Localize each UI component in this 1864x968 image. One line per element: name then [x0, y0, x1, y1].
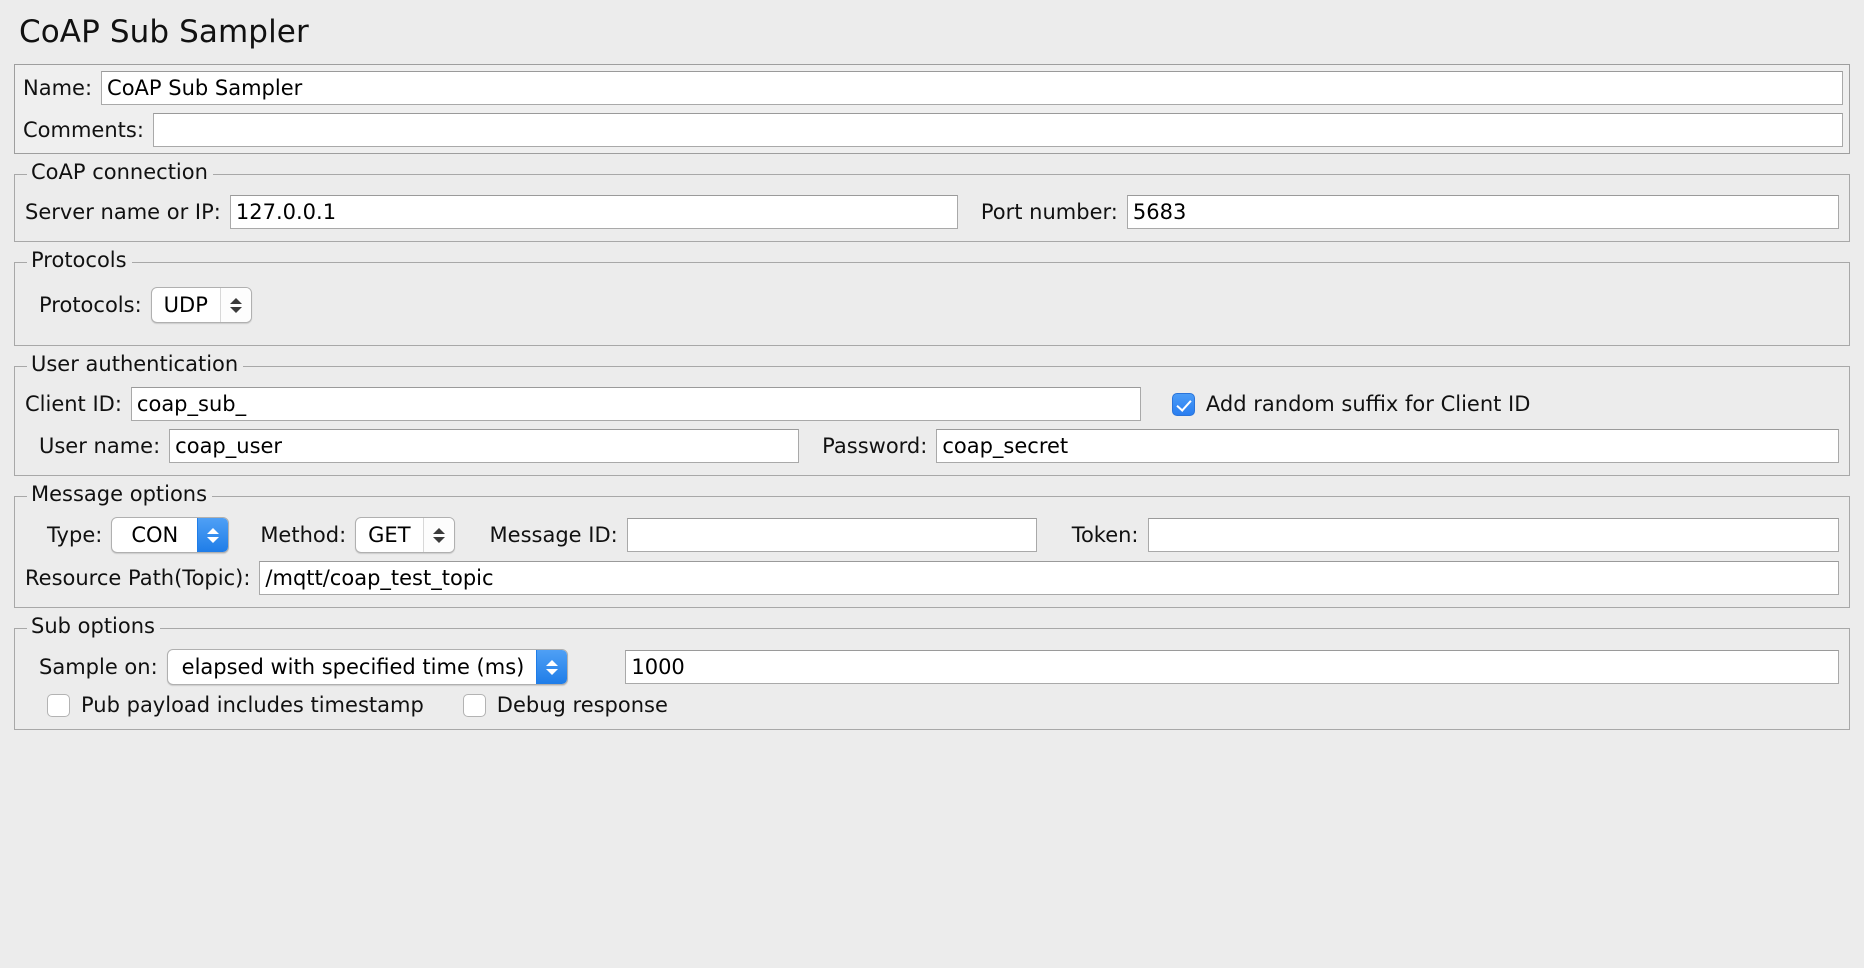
client-id-input[interactable]: coap_sub_: [130, 387, 1141, 421]
name-row: Name: CoAP Sub Sampler: [23, 71, 1843, 105]
port-label: Port number:: [980, 199, 1118, 224]
random-suffix-checkbox[interactable]: [1171, 392, 1195, 416]
protocols-select[interactable]: UDP: [150, 287, 252, 323]
pub-timestamp-label: Pub payload includes timestamp: [81, 693, 424, 717]
page-title: CoAP Sub Sampler: [19, 14, 309, 50]
protocols-row: Protocols: UDP: [25, 287, 1839, 323]
debug-response-checkbox[interactable]: [462, 693, 486, 717]
pub-timestamp-checkbox-row[interactable]: Pub payload includes timestamp: [25, 693, 424, 717]
name-input[interactable]: CoAP Sub Sampler: [101, 71, 1843, 105]
server-port-row: Server name or IP: 127.0.0.1 Port number…: [25, 195, 1839, 229]
sample-time-input[interactable]: 1000: [625, 650, 1839, 684]
sub-options-group: Sub options Sample on: elapsed with spec…: [14, 616, 1850, 730]
server-input[interactable]: 127.0.0.1: [229, 195, 958, 229]
name-comments-box: Name: CoAP Sub Sampler Comments:: [14, 64, 1850, 154]
random-suffix-checkbox-row[interactable]: Add random suffix for Client ID: [1150, 392, 1531, 416]
sample-on-row: Sample on: elapsed with specified time (…: [25, 649, 1839, 685]
sub-options-checkbox-row: Pub payload includes timestamp Debug res…: [25, 693, 1839, 717]
debug-response-label: Debug response: [496, 693, 668, 717]
pub-timestamp-checkbox[interactable]: [47, 693, 70, 717]
random-suffix-label: Add random suffix for Client ID: [1205, 392, 1531, 416]
client-id-row: Client ID: coap_sub_ Add random suffix f…: [25, 387, 1839, 421]
chevron-updown-icon[interactable]: [219, 288, 251, 322]
sample-on-select-value: elapsed with specified time (ms): [181, 655, 525, 679]
resource-path-row: Resource Path(Topic): /mqtt/coap_test_to…: [25, 561, 1839, 595]
type-select[interactable]: CON: [111, 517, 230, 553]
coap-connection-group: CoAP connection Server name or IP: 127.0…: [14, 162, 1850, 242]
password-label: Password:: [822, 433, 928, 458]
method-label: Method:: [260, 522, 347, 547]
comments-row: Comments:: [23, 113, 1843, 147]
comments-label: Comments:: [23, 117, 144, 142]
user-password-row: User name: coap_user Password: coap_secr…: [25, 429, 1839, 463]
chevron-updown-icon[interactable]: [422, 518, 454, 552]
token-input[interactable]: [1147, 518, 1839, 552]
protocols-title: Protocols: [27, 250, 132, 271]
protocols-select-value: UDP: [163, 293, 208, 317]
message-options-group: Message options Type: CON Method: GET Me…: [14, 484, 1850, 608]
client-id-label: Client ID:: [25, 391, 122, 416]
user-name-input[interactable]: coap_user: [169, 429, 800, 463]
coap-sub-sampler-panel: CoAP Sub Sampler Name: CoAP Sub Sampler …: [0, 0, 1864, 968]
resource-path-label: Resource Path(Topic):: [25, 565, 251, 590]
message-options-title: Message options: [27, 484, 213, 505]
method-select[interactable]: GET: [355, 517, 455, 553]
resource-path-input[interactable]: /mqtt/coap_test_topic: [259, 561, 1839, 595]
chevron-updown-icon[interactable]: [197, 518, 229, 552]
type-label: Type:: [47, 522, 103, 547]
comments-input[interactable]: [152, 113, 1843, 147]
chevron-updown-icon[interactable]: [536, 650, 568, 684]
method-select-value: GET: [368, 523, 411, 547]
port-input[interactable]: 5683: [1126, 195, 1839, 229]
token-label: Token:: [1071, 522, 1139, 547]
name-label: Name:: [23, 75, 93, 100]
message-id-input[interactable]: [626, 518, 1037, 552]
message-type-row: Type: CON Method: GET Message ID: Token:: [25, 517, 1839, 553]
sample-on-label: Sample on:: [39, 654, 158, 679]
type-select-value: CON: [131, 523, 179, 547]
message-id-label: Message ID:: [489, 522, 618, 547]
sub-options-title: Sub options: [27, 616, 160, 637]
user-authentication-title: User authentication: [27, 354, 244, 375]
protocols-label: Protocols:: [39, 292, 142, 317]
user-name-label: User name:: [39, 433, 161, 458]
user-authentication-group: User authentication Client ID: coap_sub_…: [14, 354, 1850, 476]
protocols-group: Protocols Protocols: UDP: [14, 250, 1850, 346]
password-input[interactable]: coap_secret: [936, 429, 1839, 463]
coap-connection-title: CoAP connection: [27, 162, 213, 183]
server-label: Server name or IP:: [25, 199, 221, 224]
sample-on-select[interactable]: elapsed with specified time (ms): [166, 649, 569, 685]
debug-response-checkbox-row[interactable]: Debug response: [462, 693, 668, 717]
